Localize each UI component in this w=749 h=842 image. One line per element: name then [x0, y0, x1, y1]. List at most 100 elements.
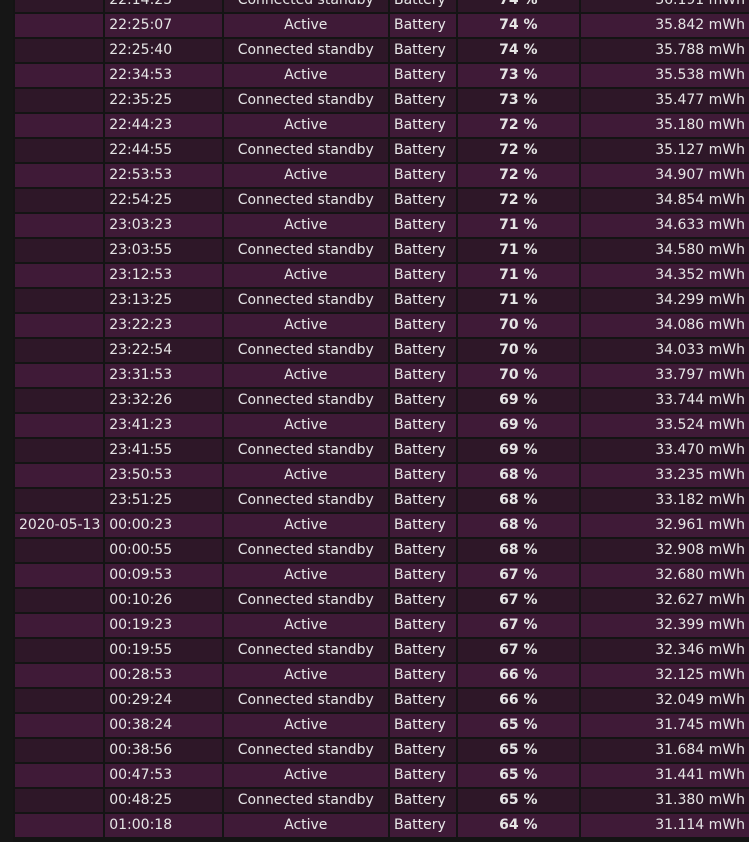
table-row: 23:12:53 Active Battery 71 % 34.352 mWh: [15, 264, 749, 287]
usage-time-cell: 00:00:23: [105, 514, 222, 537]
table-row: 23:50:53 Active Battery 68 % 33.235 mWh: [15, 464, 749, 487]
usage-capacity-cell: 31.380 mWh: [580, 789, 749, 812]
usage-state-cell: Active: [223, 364, 388, 387]
table-row: 23:51:25 Connected standby Battery 68 % 33.1…: [15, 489, 749, 512]
usage-date-cell: [15, 814, 104, 837]
table-row: 22:25:07 Active Battery 74 % 35.842 mWh: [15, 14, 749, 37]
usage-source-cell: Battery: [390, 589, 457, 612]
usage-date-cell: [15, 289, 104, 312]
usage-state-cell: Active: [223, 314, 388, 337]
usage-percent-cell: 71 %: [458, 264, 579, 287]
usage-percent-cell: 67 %: [458, 589, 579, 612]
usage-capacity-cell: 31.441 mWh: [580, 764, 749, 787]
usage-time-cell: 23:13:25: [105, 289, 222, 312]
usage-percent-cell: 64 %: [458, 814, 579, 837]
usage-source-cell: Battery: [390, 339, 457, 362]
usage-source-cell: Battery: [390, 664, 457, 687]
usage-capacity-cell: 31.684 mWh: [580, 739, 749, 762]
usage-state-cell: Connected standby: [223, 139, 388, 162]
usage-capacity-cell: 31.114 mWh: [580, 814, 749, 837]
usage-percent-cell: 67 %: [458, 614, 579, 637]
usage-percent-cell: 73 %: [458, 89, 579, 112]
usage-time-cell: 23:50:53: [105, 464, 222, 487]
usage-capacity-cell: 32.399 mWh: [580, 614, 749, 637]
usage-time-cell: 22:25:40: [105, 39, 222, 62]
usage-date-cell: [15, 489, 104, 512]
usage-time-cell: 23:12:53: [105, 264, 222, 287]
usage-percent-cell: 68 %: [458, 539, 579, 562]
recent-usage-table: 22:14:25 Connected standby Battery 74 % 36.1…: [13, 0, 749, 839]
usage-percent-cell: 68 %: [458, 514, 579, 537]
usage-source-cell: Battery: [390, 539, 457, 562]
usage-time-cell: 00:48:25: [105, 789, 222, 812]
usage-percent-cell: 65 %: [458, 739, 579, 762]
usage-percent-cell: 69 %: [458, 414, 579, 437]
usage-date-cell: [15, 414, 104, 437]
usage-date-cell: [15, 539, 104, 562]
usage-state-cell: Connected standby: [223, 489, 388, 512]
usage-capacity-cell: 33.470 mWh: [580, 439, 749, 462]
usage-percent-cell: 71 %: [458, 214, 579, 237]
usage-source-cell: Battery: [390, 39, 457, 62]
usage-source-cell: Battery: [390, 64, 457, 87]
usage-state-cell: Active: [223, 514, 388, 537]
usage-capacity-cell: 34.033 mWh: [580, 339, 749, 362]
usage-capacity-cell: 35.842 mWh: [580, 14, 749, 37]
usage-source-cell: Battery: [390, 114, 457, 137]
usage-time-cell: 00:38:56: [105, 739, 222, 762]
usage-state-cell: Active: [223, 714, 388, 737]
usage-source-cell: Battery: [390, 489, 457, 512]
usage-date-cell: [15, 264, 104, 287]
usage-time-cell: 23:03:23: [105, 214, 222, 237]
usage-date-cell: [15, 614, 104, 637]
usage-source-cell: Battery: [390, 714, 457, 737]
usage-source-cell: Battery: [390, 764, 457, 787]
table-row: 00:19:23 Active Battery 67 % 32.399 mWh: [15, 614, 749, 637]
usage-state-cell: Connected standby: [223, 339, 388, 362]
usage-state-cell: Connected standby: [223, 689, 388, 712]
table-row: 23:32:26 Connected standby Battery 69 % 33.7…: [15, 389, 749, 412]
usage-time-cell: 22:25:07: [105, 14, 222, 37]
usage-time-cell: 00:19:23: [105, 614, 222, 637]
usage-time-cell: 01:00:18: [105, 814, 222, 837]
table-row: 00:19:55 Connected standby Battery 67 % 32.3…: [15, 639, 749, 662]
usage-state-cell: Active: [223, 214, 388, 237]
table-row: 23:41:55 Connected standby Battery 69 % 33.4…: [15, 439, 749, 462]
usage-source-cell: Battery: [390, 164, 457, 187]
usage-state-cell: Active: [223, 464, 388, 487]
usage-date-cell: [15, 389, 104, 412]
table-row: 01:00:18 Active Battery 64 % 31.114 mWh: [15, 814, 749, 837]
usage-state-cell: Connected standby: [223, 289, 388, 312]
usage-source-cell: Battery: [390, 814, 457, 837]
usage-time-cell: 22:44:55: [105, 139, 222, 162]
usage-date-cell: [15, 239, 104, 262]
usage-percent-cell: 74 %: [458, 14, 579, 37]
table-row: 22:14:25 Connected standby Battery 74 % 36.1…: [15, 0, 749, 12]
usage-source-cell: Battery: [390, 389, 457, 412]
usage-state-cell: Active: [223, 664, 388, 687]
usage-capacity-cell: 32.908 mWh: [580, 539, 749, 562]
usage-date-cell: [15, 64, 104, 87]
usage-date-cell: [15, 739, 104, 762]
usage-date-cell: [15, 214, 104, 237]
usage-source-cell: Battery: [390, 364, 457, 387]
usage-state-cell: Connected standby: [223, 639, 388, 662]
usage-state-cell: Active: [223, 764, 388, 787]
usage-date-cell: [15, 439, 104, 462]
usage-time-cell: 23:31:53: [105, 364, 222, 387]
usage-source-cell: Battery: [390, 614, 457, 637]
usage-date-cell: [15, 314, 104, 337]
usage-capacity-cell: 32.680 mWh: [580, 564, 749, 587]
usage-state-cell: Connected standby: [223, 89, 388, 112]
usage-percent-cell: 72 %: [458, 189, 579, 212]
usage-percent-cell: 70 %: [458, 314, 579, 337]
table-row: 23:41:23 Active Battery 69 % 33.524 mWh: [15, 414, 749, 437]
usage-time-cell: 23:51:25: [105, 489, 222, 512]
usage-time-cell: 22:44:23: [105, 114, 222, 137]
usage-capacity-cell: 34.580 mWh: [580, 239, 749, 262]
usage-capacity-cell: 33.182 mWh: [580, 489, 749, 512]
usage-date-cell: 2020-05-13: [15, 514, 104, 537]
table-row: 22:25:40 Connected standby Battery 74 % 35.7…: [15, 39, 749, 62]
table-row: 00:48:25 Connected standby Battery 65 % 31.3…: [15, 789, 749, 812]
usage-date-cell: [15, 339, 104, 362]
